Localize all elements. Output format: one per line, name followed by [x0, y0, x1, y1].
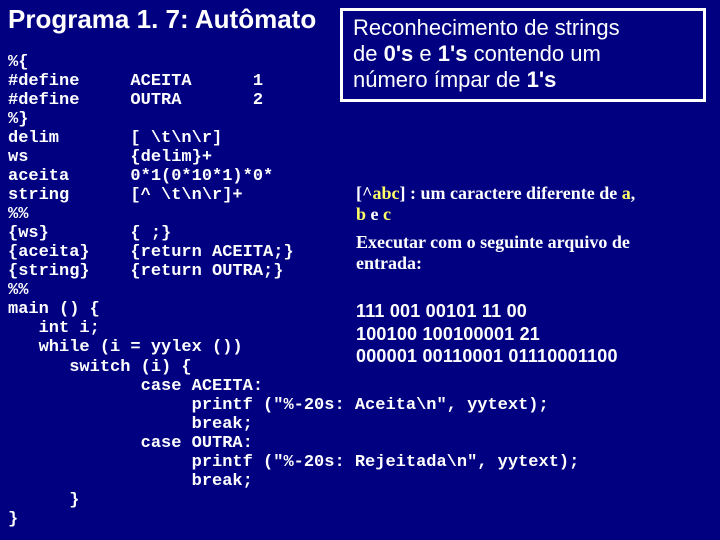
input-line3: 000001 00110001 01110001100 — [356, 346, 618, 366]
regex-note: [^abc] : um caractere diferente de a, b … — [356, 183, 712, 224]
regex-and: e — [366, 204, 383, 224]
desc-ones-2: 1's — [527, 67, 557, 92]
regex-desc: : um caractere diferente de — [405, 183, 621, 203]
regex-b: b — [356, 204, 366, 224]
regex-comma: , — [631, 183, 636, 203]
desc-line2c: e — [413, 41, 437, 66]
desc-line2e: contendo um — [467, 41, 600, 66]
lex-source-code: %{ #define ACEITA 1 #define OUTRA 2 %} d… — [0, 53, 579, 529]
exec-line1: Executar com o seguinte arquivo de — [356, 232, 630, 252]
desc-zeros: 0's — [384, 41, 414, 66]
description-box: Reconhecimento de strings de 0's e 1's c… — [340, 8, 706, 102]
desc-line1: Reconhecimento de strings — [353, 15, 620, 40]
regex-c: c — [383, 204, 391, 224]
input-file-content: 111 001 00101 11 00 100100 100100001 21 … — [356, 300, 708, 368]
desc-line3a: número ímpar de — [353, 67, 527, 92]
regex-chars: abc — [372, 183, 399, 203]
desc-line2a: de — [353, 41, 384, 66]
input-line1: 111 001 00101 11 00 — [356, 301, 527, 321]
regex-a: a — [622, 183, 631, 203]
regex-open: [^ — [356, 183, 372, 203]
exec-line2: entrada: — [356, 253, 422, 273]
desc-ones: 1's — [438, 41, 468, 66]
input-line2: 100100 100100001 21 — [356, 324, 540, 344]
execute-note: Executar com o seguinte arquivo de entra… — [356, 232, 700, 273]
